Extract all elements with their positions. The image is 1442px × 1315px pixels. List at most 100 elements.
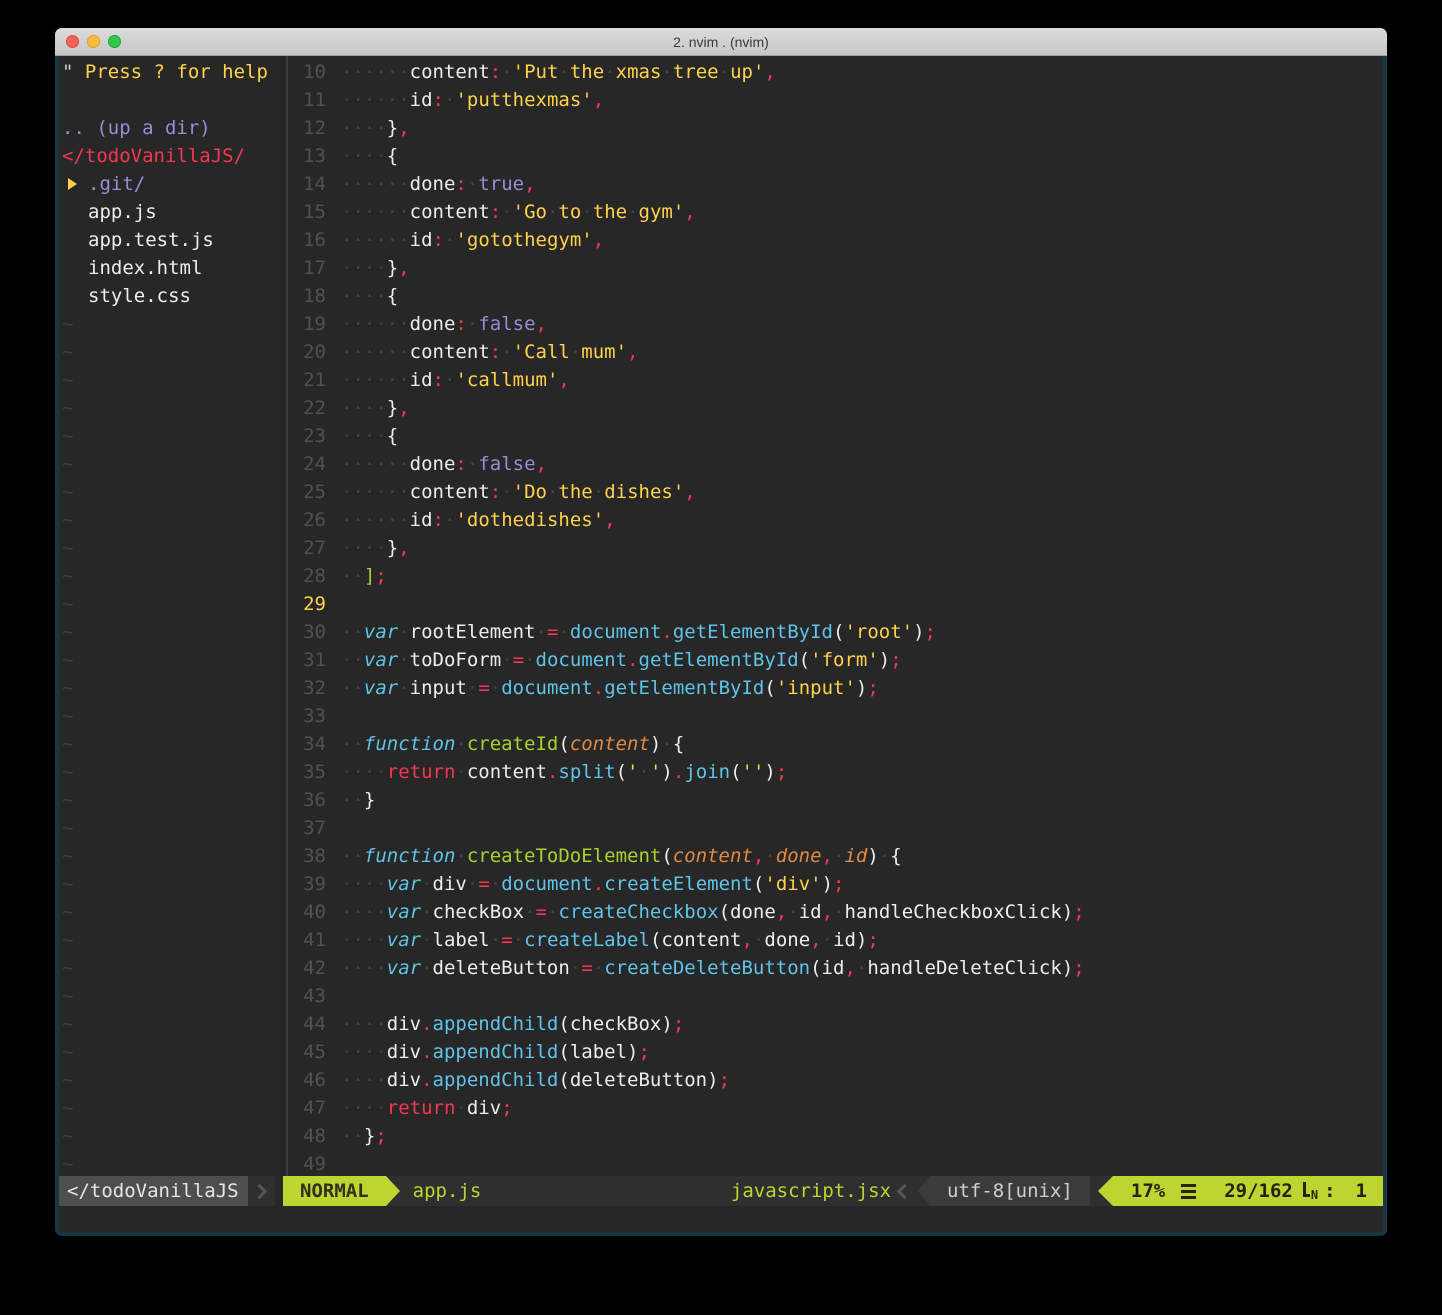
code-line-35[interactable]: 35····return·content.split('·').join('')…	[288, 758, 1383, 786]
line-number: 28	[288, 562, 326, 590]
line-number: 26	[288, 506, 326, 534]
code-line-25[interactable]: 25······content:·'Do·the·dishes',	[288, 478, 1383, 506]
line-number: 43	[288, 982, 326, 1010]
tree-tilde: ~	[59, 1094, 286, 1122]
line-number: 34	[288, 730, 326, 758]
code-line-33[interactable]: 33	[288, 702, 1383, 730]
tree-blank-line	[59, 86, 286, 114]
tree-item-app-js[interactable]: app.js	[59, 198, 286, 226]
line-number: 18	[288, 282, 326, 310]
code-line-23[interactable]: 23····{	[288, 422, 1383, 450]
code-text: ······done:·false,	[341, 450, 547, 478]
code-line-28[interactable]: 28··];	[288, 562, 1383, 590]
tree-up-dir[interactable]: .. (up a dir)	[59, 114, 286, 142]
nerdtree-pane[interactable]: " Press ? for help .. (up a dir)</todoVan…	[59, 56, 286, 1176]
code-line-44[interactable]: 44····div.appendChild(checkBox);	[288, 1010, 1383, 1038]
line-number: 30	[288, 618, 326, 646]
code-line-39[interactable]: 39····var·div·=·document.createElement('…	[288, 870, 1383, 898]
code-line-15[interactable]: 15······content:·'Go·to·the·gym',	[288, 198, 1383, 226]
code-line-38[interactable]: 38··function·createToDoElement(content,·…	[288, 842, 1383, 870]
code-line-19[interactable]: 19······done:·false,	[288, 310, 1383, 338]
code-line-42[interactable]: 42····var·deleteButton·=·createDeleteBut…	[288, 954, 1383, 982]
code-line-16[interactable]: 16······id:·'gotothegym',	[288, 226, 1383, 254]
line-number: 31	[288, 646, 326, 674]
cursor-position-label: 29/162	[1224, 1176, 1293, 1206]
statusbar-gap	[1090, 1176, 1098, 1206]
code-text: ······content:·'Do·the·dishes',	[341, 478, 696, 506]
titlebar[interactable]: 2. nvim . (nvim)	[55, 28, 1387, 56]
close-button[interactable]	[66, 35, 79, 48]
tree-tilde: ~	[59, 926, 286, 954]
code-line-29[interactable]: 29	[288, 590, 1383, 618]
line-number: 41	[288, 926, 326, 954]
line-number: 17	[288, 254, 326, 282]
tree-tilde: ~	[59, 842, 286, 870]
code-line-20[interactable]: 20······content:·'Call·mum',	[288, 338, 1383, 366]
collapsed-arrow-icon[interactable]	[68, 178, 77, 190]
code-line-21[interactable]: 21······id:·'callmum',	[288, 366, 1383, 394]
tree-item-app-test-js[interactable]: app.test.js	[59, 226, 286, 254]
tree-help-line: " Press ? for help	[59, 58, 286, 86]
code-line-31[interactable]: 31··var·toDoForm·=·document.getElementBy…	[288, 646, 1383, 674]
code-line-36[interactable]: 36··}	[288, 786, 1383, 814]
position-segment: 17% 29/162 N : 1	[1113, 1176, 1383, 1206]
minimize-button[interactable]	[87, 35, 100, 48]
code-line-17[interactable]: 17····},	[288, 254, 1383, 282]
tree-tilde: ~	[59, 590, 286, 618]
code-line-12[interactable]: 12····},	[288, 114, 1383, 142]
line-number: 23	[288, 422, 326, 450]
code-line-10[interactable]: 10······content:·'Put·the·xmas·tree·up',	[288, 58, 1383, 86]
code-line-26[interactable]: 26······id:·'dothedishes',	[288, 506, 1383, 534]
chevron-right-icon	[252, 1183, 268, 1199]
tree-tilde: ~	[59, 534, 286, 562]
tree-item-git[interactable]: .git/	[59, 170, 286, 198]
code-line-47[interactable]: 47····return·div;	[288, 1094, 1383, 1122]
code-line-41[interactable]: 41····var·label·=·createLabel(content,·d…	[288, 926, 1383, 954]
code-line-14[interactable]: 14······done:·true,	[288, 170, 1383, 198]
code-text: ····return·content.split('·').join('');	[341, 758, 787, 786]
code-line-49[interactable]: 49	[288, 1150, 1383, 1176]
code-line-24[interactable]: 24······done:·false,	[288, 450, 1383, 478]
mode-segment: NORMAL	[283, 1176, 386, 1206]
code-line-43[interactable]: 43	[288, 982, 1383, 1010]
code-text: ······id:·'putthexmas',	[341, 86, 604, 114]
code-line-46[interactable]: 46····div.appendChild(deleteButton);	[288, 1066, 1383, 1094]
line-number-icon	[1303, 1182, 1310, 1197]
code-line-34[interactable]: 34··function·createId(content)·{	[288, 730, 1383, 758]
code-line-37[interactable]: 37	[288, 814, 1383, 842]
tree-tilde: ~	[59, 730, 286, 758]
code-line-11[interactable]: 11······id:·'putthexmas',	[288, 86, 1383, 114]
code-text: ····},	[341, 394, 410, 422]
line-number: 38	[288, 842, 326, 870]
tree-item-style-css[interactable]: style.css	[59, 282, 286, 310]
line-number: 21	[288, 366, 326, 394]
zoom-button[interactable]	[108, 35, 121, 48]
code-line-40[interactable]: 40····var·checkBox·=·createCheckbox(done…	[288, 898, 1383, 926]
editor-pane[interactable]: 10······content:·'Put·the·xmas·tree·up',…	[288, 56, 1383, 1176]
code-line-22[interactable]: 22····},	[288, 394, 1383, 422]
line-number: 42	[288, 954, 326, 982]
tree-tilde: ~	[59, 674, 286, 702]
statusbar-main-segment: app.js javascript.jsx	[400, 1176, 918, 1206]
code-line-27[interactable]: 27····},	[288, 534, 1383, 562]
code-line-32[interactable]: 32··var·input·=·document.getElementById(…	[288, 674, 1383, 702]
tree-tilde: ~	[59, 870, 286, 898]
line-number: 16	[288, 226, 326, 254]
code-line-30[interactable]: 30 ··var·rootElement·=·document.getElemen…	[288, 618, 1383, 646]
line-number: 33	[288, 702, 326, 730]
code-line-48[interactable]: 48··};	[288, 1122, 1383, 1150]
code-text: ··var·input·=·document.getElementById('i…	[341, 674, 879, 702]
command-line[interactable]	[59, 1206, 1383, 1232]
line-number: 14	[288, 170, 326, 198]
code-line-18[interactable]: 18····{	[288, 282, 1383, 310]
tree-tilde: ~	[59, 786, 286, 814]
code-line-13[interactable]: 13····{	[288, 142, 1383, 170]
code-text: ··var·rootElement·=·document.getElementB…	[341, 618, 936, 646]
tree-item-index-html[interactable]: index.html	[59, 254, 286, 282]
tree-tilde: ~	[59, 1122, 286, 1150]
tree-root[interactable]: </todoVanillaJS/	[59, 142, 286, 170]
code-text: ··};	[341, 1122, 387, 1150]
filetype-label: javascript.jsx	[731, 1176, 891, 1206]
tree-tilde: ~	[59, 338, 286, 366]
code-line-45[interactable]: 45····div.appendChild(label);	[288, 1038, 1383, 1066]
